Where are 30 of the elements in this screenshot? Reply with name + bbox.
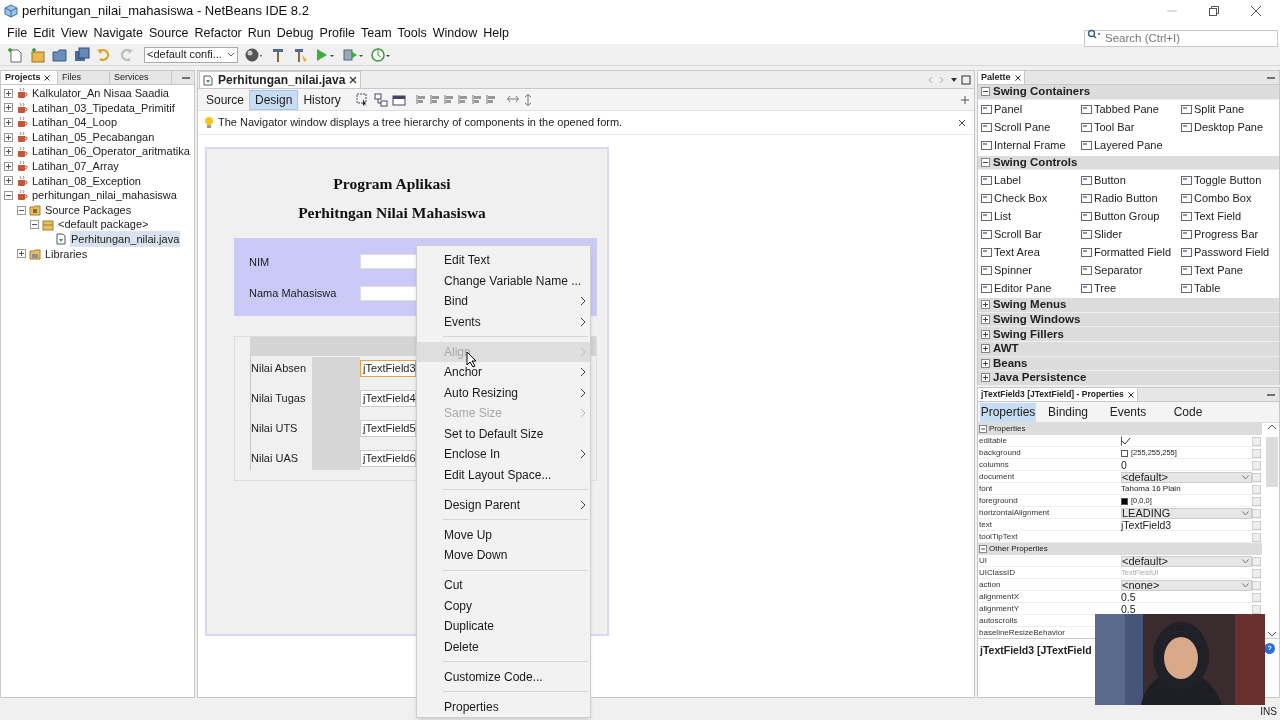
property-name: background (978, 447, 1022, 459)
property-description: jTextField3 [JTextField (980, 643, 1092, 658)
form-title: Perhitngan Nilai Mahasiswa (298, 203, 486, 224)
property-name: horizontalAlignment (978, 507, 1051, 519)
property-name: columns (978, 459, 1010, 471)
info-message: The Navigator window displays a tree hierarchy of components in the opened form. (218, 115, 624, 131)
property-name: text (978, 519, 993, 531)
property-name: document (978, 471, 1016, 483)
window-title: perhitungan_nilai_mahasiswa - NetBeans IDE 8.2 (22, 2, 309, 21)
property-name: foreground (978, 495, 1019, 507)
field-label: Nilai UAS (251, 450, 300, 466)
property-name: UIClassID (978, 567, 1016, 579)
property-name: UI (978, 555, 988, 567)
property-name: alignmentY (978, 603, 1021, 615)
property-name: editable (978, 435, 1009, 447)
field-label: Nilai Tugas (251, 390, 307, 406)
field-label: Nama Mahasiswa (249, 286, 338, 301)
property-name: autoscrolls (978, 615, 1019, 627)
property-group-header: Other Properties (989, 543, 1048, 555)
property-group-header: Properties (989, 423, 1026, 435)
property-name: baselineResizeBehavior (978, 627, 1066, 639)
property-name: font (978, 483, 994, 495)
field-label: Nilai Absen (251, 360, 308, 376)
property-name: alignmentX (978, 591, 1021, 603)
field-label: NIM (249, 254, 271, 270)
field-label: Nilai UTS (251, 420, 299, 436)
insert-mode-indicator: INS (1260, 705, 1277, 719)
property-name: toolTipText (978, 531, 1019, 543)
form-title: Program Aplikasi (333, 174, 451, 194)
property-name: action (978, 579, 1002, 591)
